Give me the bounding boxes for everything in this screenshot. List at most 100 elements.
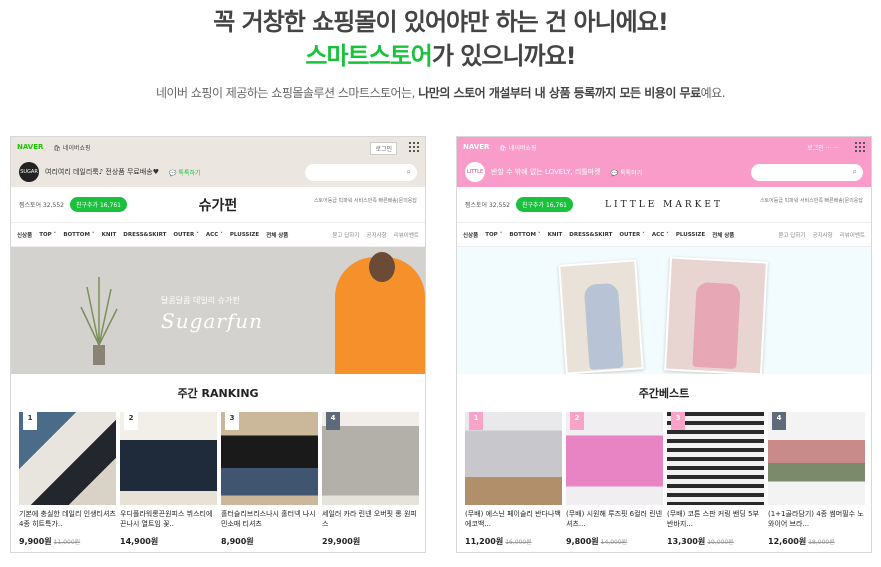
product-card[interactable]: 1 (무배) 에스닌 페이슬리 반다나백 에코백... 11,200원 16,00… [465, 412, 562, 547]
nav-item[interactable]: 신상품 [463, 231, 478, 239]
original-price: 14,000원 [600, 539, 628, 546]
product-card[interactable]: 2 우디플라워롱끈원피스 뷔스티에 끈나시 열트임 꽃.. 14,900원 [120, 412, 217, 547]
store-avatar[interactable]: SUGAR [19, 162, 39, 182]
nav-item[interactable]: DRESS&SKIRT [569, 232, 612, 238]
product-thumbnail[interactable]: 2 [120, 412, 217, 505]
rank-badge: 1 [469, 412, 483, 430]
naver-logo[interactable]: NAVER [17, 143, 43, 151]
product-card[interactable]: 4 세일러 카라 린넨 오버핏 롱 원피스 29,900원 [322, 412, 419, 547]
nav-item[interactable]: PLUSSIZE [230, 232, 259, 238]
product-thumbnail[interactable]: 3 [221, 412, 318, 505]
product-card[interactable]: 1 기본에 충실한 데일리 인생티셔츠 4종 히트특가.. 9,900원 11,0… [19, 412, 116, 547]
nav-item[interactable]: 신상품 [17, 231, 32, 239]
section-title: 주간 RANKING [177, 387, 259, 400]
original-price: 16,000원 [505, 539, 532, 546]
naver-shopping-link[interactable]: 🛍 네이버쇼핑 [53, 143, 90, 152]
store-slogan: 반할 수 밖에 없는 LOVELY, 리틀마켓 [491, 168, 601, 176]
store-info-bar: 찜스토어 32,552 친구추가 16,761 LITTLE MARKET 스토… [457, 187, 871, 223]
login-button[interactable]: 로그인 [370, 142, 397, 155]
product-name[interactable]: (1+1골라담기) 4종 썸머필수 노와이어 브라... [768, 509, 865, 529]
nav-item[interactable]: TOP ˅ [39, 232, 56, 238]
nav-sub-item[interactable]: 묻고 답하기 [332, 231, 359, 239]
product-thumbnail[interactable]: 1 [465, 412, 562, 505]
product-card[interactable]: 3 홀터슬리브리스나시 홀터넥 나시 민소매 티셔츠 8,900원 [221, 412, 318, 547]
product-card[interactable]: 2 (무배) 시원해 루즈핏 6컬러 린넨셔츠... 9,800원 14,000원 [566, 412, 663, 547]
banner-script-title: Sugarfun [161, 309, 264, 333]
search-icon[interactable]: ⌕ [407, 167, 411, 177]
original-price: 18,000원 [808, 539, 835, 546]
main-banner[interactable]: 달콤달콤 데일리 슈가펀 Sugarfun [11, 247, 425, 374]
talk-label: 톡톡하기 [620, 169, 643, 177]
add-friend-button[interactable]: 친구추가 16,761 [69, 197, 127, 212]
product-price: 13,300원 19,000원 [667, 537, 734, 546]
zzim-count: 찜스토어 32,552 [19, 202, 64, 209]
product-thumbnail[interactable]: 4 [322, 412, 419, 505]
product-name[interactable]: (무배) 시원해 루즈핏 6컬러 린넨셔츠... [566, 509, 663, 529]
nav-item[interactable]: KNIT [102, 232, 117, 238]
talktalk-button[interactable]: 💬 톡톡하기 [169, 168, 200, 177]
product-list: 1 기본에 충실한 데일리 인생티셔츠 4종 히트특가.. 9,900원 11,0… [11, 412, 425, 547]
store-profile: SUGAR 여리여리 데일리룩♪ 전상품 무료배송♥ 💬 톡톡하기 ⌕ [11, 157, 425, 187]
nav-item[interactable]: 전체 상품 [712, 231, 734, 239]
nav-sub-item[interactable]: 묻고 답하기 [778, 231, 805, 239]
product-name[interactable]: (무배) 에스닌 페이슬리 반다나백 에코백... [465, 509, 562, 529]
product-thumbnail[interactable]: 1 [19, 412, 116, 505]
product-card[interactable]: 4 (1+1골라담기) 4종 썸머필수 노와이어 브라... 12,600원 18… [768, 412, 865, 547]
store-search-input[interactable]: ⌕ [751, 164, 863, 181]
talktalk-button[interactable]: 💬 톡톡하기 [611, 168, 642, 177]
hero-headline: 꼭 거창한 쇼핑몰이 있어야만 하는 건 아니에요! [213, 8, 669, 36]
nav-item[interactable]: OUTER ˅ [619, 232, 645, 238]
naver-shopping-link[interactable]: 🛍 네이버쇼핑 [499, 143, 536, 152]
product-name[interactable]: 홀터슬리브리스나시 홀터넥 나시 민소매 티셔츠 [221, 509, 318, 529]
store-grade: 스토어등급 빅파워 서비스만족 빠른배송|문의응답 [313, 198, 417, 204]
product-price: 11,200원 16,000원 [465, 537, 532, 546]
product-name[interactable]: 우디플라워롱끈원피스 뷔스티에 끈나시 열트임 꽃.. [120, 509, 217, 529]
nav-item[interactable]: 전체 상품 [266, 231, 288, 239]
rank-badge: 3 [671, 412, 685, 430]
hero-sub-bold: 나만의 스토어 개설부터 내 상품 등록까지 모든 비용이 무료 [418, 86, 701, 100]
hero-sub-text-2: 예요. [700, 86, 726, 100]
product-thumbnail[interactable]: 3 [667, 412, 764, 505]
naver-shopping-label: 네이버쇼핑 [62, 144, 91, 152]
store-slogan: 여리여리 데일리룩♪ 전상품 무료배송♥ [45, 168, 160, 176]
product-price: 8,900원 [221, 537, 254, 546]
product-name[interactable]: (무배) 코튼 스판 커링 밴딩 5부 반바지... [667, 509, 764, 529]
store-info-bar: 찜스토어 32,552 친구추가 16,761 슈가펀 스토어등급 빅파워 서비… [11, 187, 425, 223]
rank-badge: 4 [326, 412, 340, 430]
product-card[interactable]: 3 (무배) 코튼 스판 커링 밴딩 5부 반바지... 13,300원 19,0… [667, 412, 764, 547]
nav-item[interactable]: DRESS&SKIRT [123, 232, 166, 238]
nav-item[interactable]: TOP ˅ [485, 232, 502, 238]
banner-subtitle: 달콤달콤 데일리 슈가펀 [161, 296, 240, 305]
store-avatar[interactable]: LITTLE [465, 162, 485, 182]
apps-grid-icon[interactable] [409, 142, 419, 152]
product-name[interactable]: 세일러 카라 린넨 오버핏 롱 원피스 [322, 509, 419, 529]
rank-badge: 2 [570, 412, 584, 430]
nav-item[interactable]: BOTTOM ˅ [509, 232, 540, 238]
talk-label: 톡톡하기 [178, 169, 201, 177]
nav-sub-item[interactable]: 리뷰이벤트 [840, 231, 865, 239]
product-name[interactable]: 기본에 충실한 데일리 인생티셔츠 4종 히트특가.. [19, 509, 116, 529]
store-search-input[interactable]: ⌕ [305, 164, 417, 181]
product-list: 1 (무배) 에스닌 페이슬리 반다나백 에코백... 11,200원 16,00… [457, 412, 871, 547]
rank-badge: 2 [124, 412, 138, 430]
category-nav: 신상품 TOP ˅ BOTTOM ˅ KNIT DRESS&SKIRT OUTE… [457, 223, 871, 247]
nav-item[interactable]: BOTTOM ˅ [63, 232, 94, 238]
nav-item[interactable]: KNIT [548, 232, 563, 238]
product-thumbnail[interactable]: 4 [768, 412, 865, 505]
nav-item[interactable]: PLUSSIZE [676, 232, 705, 238]
nav-item[interactable]: ACC ˅ [206, 232, 223, 238]
hero-subtitle: 네이버 쇼핑이 제공하는 쇼핑몰솔루션 스마트스토어는, 나만의 스토어 개설부… [0, 84, 881, 101]
main-banner[interactable] [457, 247, 871, 374]
nav-item[interactable]: OUTER ˅ [173, 232, 199, 238]
naver-logo[interactable]: NAVER [463, 143, 489, 151]
nav-item[interactable]: ACC ˅ [652, 232, 669, 238]
nav-sub-item[interactable]: 공지사항 [366, 231, 386, 239]
search-icon[interactable]: ⌕ [853, 167, 857, 177]
login-button[interactable]: 로그인 ··· ··· [803, 142, 843, 153]
nav-sub-item[interactable]: 공지사항 [812, 231, 832, 239]
nav-sub-item[interactable]: 리뷰이벤트 [394, 231, 419, 239]
add-friend-button[interactable]: 친구추가 16,761 [515, 197, 573, 212]
product-thumbnail[interactable]: 2 [566, 412, 663, 505]
apps-grid-icon[interactable] [855, 142, 865, 152]
store-grade: 스토어등급 빅파워 서비스만족 빠른배송|문의응답 [759, 198, 863, 204]
